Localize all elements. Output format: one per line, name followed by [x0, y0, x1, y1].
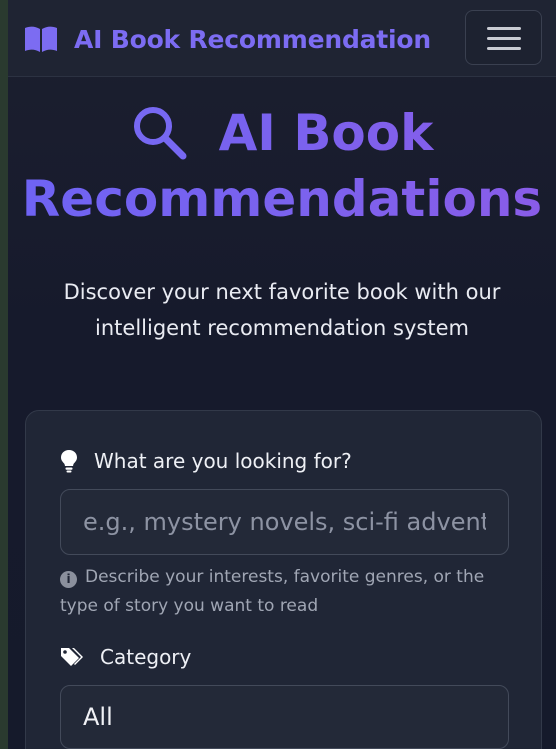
- tags-icon: [61, 648, 83, 666]
- category-selected-value: All: [83, 703, 113, 731]
- category-label: Category: [100, 645, 192, 669]
- search-icon: [133, 107, 187, 160]
- hamburger-menu-icon: [487, 27, 521, 50]
- category-label-row: Category: [60, 645, 191, 669]
- navbar: AI Book Recommendation: [8, 0, 556, 77]
- category-select[interactable]: All: [60, 685, 509, 749]
- query-input[interactable]: [60, 489, 509, 555]
- help-text: Describe your interests, favorite genres…: [60, 567, 485, 616]
- navbar-brand[interactable]: AI Book Recommendation: [24, 22, 431, 56]
- app-frame: AI Book Recommendation AI Book Recommend…: [0, 0, 556, 749]
- search-form-card: What are you looking for? iDescribe your…: [25, 410, 542, 749]
- query-help-text: i Describe your interests, favorite genre…: [60, 563, 500, 621]
- book-open-icon: [25, 26, 57, 52]
- page-title: AI Book Recommendations: [8, 100, 556, 232]
- info-icon: i: [60, 571, 77, 588]
- brand-title: AI Book Recommendation: [74, 24, 432, 54]
- title-line-1: AI Book: [218, 104, 434, 162]
- title-line-2: Recommendations: [21, 170, 543, 228]
- menu-toggle-button[interactable]: [465, 10, 542, 65]
- page-subtitle: Discover your next favorite book with ou…: [63, 280, 501, 340]
- lightbulb-icon: [61, 450, 77, 473]
- query-label: What are you looking for?: [94, 449, 352, 473]
- query-label-row: What are you looking for?: [60, 449, 352, 473]
